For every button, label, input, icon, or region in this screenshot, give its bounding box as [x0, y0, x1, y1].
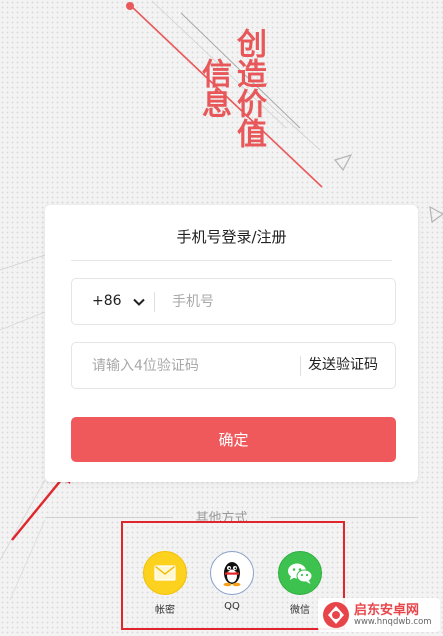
site-watermark: 启东安卓网 www.hnqdwb.com	[318, 598, 440, 632]
account-password-login-button[interactable]: 帐密	[143, 551, 187, 616]
qq-icon-circle	[210, 551, 254, 595]
watermark-name: 启东安卓网	[354, 603, 420, 618]
slogan-column-1: 创造价值	[231, 28, 266, 148]
divider-left	[45, 517, 173, 518]
phone-field: +86	[71, 278, 396, 325]
confirm-button[interactable]: 确定	[71, 417, 396, 462]
send-code-button[interactable]: 发送验证码	[308, 343, 378, 388]
divider-right	[270, 517, 418, 518]
wechat-icon-circle	[278, 551, 322, 595]
chevron-down-icon[interactable]	[132, 295, 146, 309]
login-card: 手机号登录/注册 +86 发送验证码 确定	[45, 205, 418, 482]
wechat-login-button[interactable]: 微信	[278, 551, 322, 616]
code-separator	[300, 356, 301, 376]
country-code-select[interactable]: +86	[92, 279, 122, 324]
country-code-separator	[154, 292, 155, 312]
login-title: 手机号登录/注册	[176, 228, 287, 246]
qq-login-button[interactable]: QQ	[210, 551, 254, 612]
verification-code-input[interactable]	[92, 343, 292, 388]
account-option-label: 帐密	[155, 605, 175, 616]
phone-input[interactable]	[172, 279, 382, 324]
qq-penguin-icon	[223, 562, 241, 587]
slogan-column-2: 信息	[196, 58, 231, 118]
code-field: 发送验证码	[71, 342, 396, 389]
envelope-icon	[154, 565, 176, 581]
title-divider	[71, 260, 392, 261]
account-icon-circle	[143, 551, 187, 595]
watermark-logo-icon	[323, 602, 349, 628]
watermark-url: www.hnqdwb.com	[354, 617, 432, 627]
wechat-icon	[288, 563, 313, 584]
qq-option-label: QQ	[224, 601, 240, 612]
wechat-option-label: 微信	[290, 605, 310, 616]
